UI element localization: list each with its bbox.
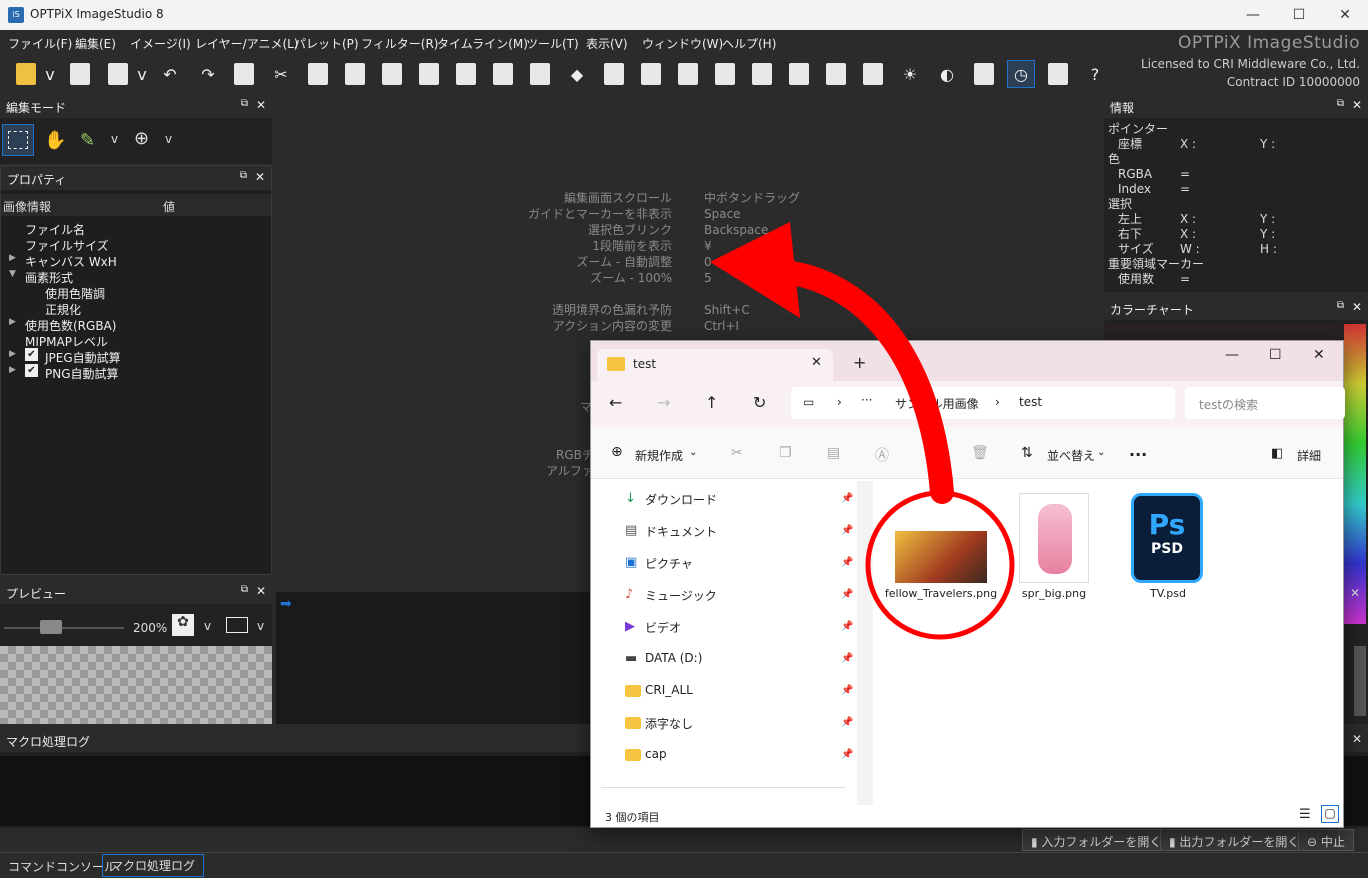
annotation-overlay	[710, 222, 1015, 640]
highlight-circle	[865, 490, 1015, 640]
arrow-head	[710, 222, 800, 318]
